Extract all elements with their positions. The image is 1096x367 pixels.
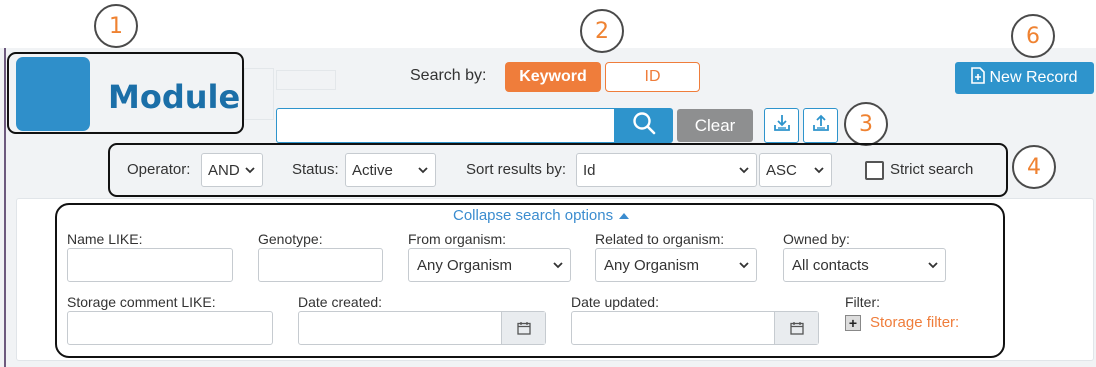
status-value: Active xyxy=(352,161,393,179)
owned-by-value: All contacts xyxy=(792,256,869,274)
download-button[interactable] xyxy=(764,108,799,143)
collapse-search-options-link[interactable]: Collapse search options xyxy=(453,207,630,224)
name-like-label: Name LIKE: xyxy=(67,231,143,247)
strict-search-checkbox[interactable] xyxy=(865,161,884,180)
chevron-down-icon xyxy=(814,167,824,174)
collapse-label: Collapse search options xyxy=(453,207,614,224)
date-created-label: Date created: xyxy=(298,294,383,310)
ghost-box xyxy=(276,70,336,90)
genotype-label: Genotype: xyxy=(258,231,323,247)
chevron-down-icon xyxy=(928,262,938,269)
related-organism-value: Any Organism xyxy=(604,256,700,274)
ghost-box xyxy=(244,68,274,120)
operator-select[interactable]: AND xyxy=(201,153,263,187)
strict-search-label: Strict search xyxy=(890,161,974,178)
search-icon xyxy=(632,111,656,140)
new-record-label: New Record xyxy=(989,69,1078,86)
callout-2: 2 xyxy=(580,9,624,53)
from-organism-value: Any Organism xyxy=(417,256,513,274)
left-edge-line xyxy=(4,48,6,367)
storage-comment-label: Storage comment LIKE: xyxy=(67,294,216,310)
date-updated-input[interactable] xyxy=(571,311,819,345)
search-mode-id-button[interactable]: ID xyxy=(605,62,700,92)
sort-order-select[interactable]: ASC xyxy=(759,153,832,187)
sort-field-select[interactable]: Id xyxy=(576,153,757,187)
search-by-label: Search by: xyxy=(410,67,487,84)
date-created-calendar-button[interactable] xyxy=(501,312,545,344)
name-like-input[interactable] xyxy=(67,248,233,282)
calendar-icon xyxy=(789,322,804,335)
new-record-icon xyxy=(971,67,986,89)
date-updated-label: Date updated: xyxy=(571,294,659,310)
callout-4: 4 xyxy=(1012,145,1056,189)
related-organism-select[interactable]: Any Organism xyxy=(595,248,757,282)
filter-label: Filter: xyxy=(845,294,880,310)
date-updated-calendar-button[interactable] xyxy=(774,312,818,344)
upload-icon xyxy=(811,113,831,138)
status-select[interactable]: Active xyxy=(345,153,436,187)
related-organism-label: Related to organism: xyxy=(595,231,725,247)
clear-button[interactable]: Clear xyxy=(677,109,753,142)
new-record-button[interactable]: New Record xyxy=(955,62,1094,94)
chevron-down-icon xyxy=(739,262,749,269)
from-organism-select[interactable]: Any Organism xyxy=(408,248,571,282)
search-button[interactable] xyxy=(614,108,673,143)
download-icon xyxy=(772,113,792,138)
chevron-down-icon xyxy=(739,167,749,174)
add-storage-filter-button[interactable]: + xyxy=(845,315,861,331)
owned-by-select[interactable]: All contacts xyxy=(783,248,946,282)
sort-field-value: Id xyxy=(583,161,596,179)
upload-button[interactable] xyxy=(803,108,838,143)
from-organism-label: From organism: xyxy=(408,231,507,247)
chevron-down-icon xyxy=(418,167,428,174)
search-mode-keyword-button[interactable]: Keyword xyxy=(505,62,601,92)
callout-6: 6 xyxy=(1011,14,1055,58)
caret-up-icon xyxy=(619,212,630,219)
date-created-input[interactable] xyxy=(298,311,546,345)
operator-label: Operator: xyxy=(127,161,191,178)
sort-order-value: ASC xyxy=(766,161,797,179)
callout-1: 1 xyxy=(94,4,138,48)
chevron-down-icon xyxy=(245,167,255,174)
chevron-down-icon xyxy=(553,262,563,269)
operator-value: AND xyxy=(208,161,240,179)
sort-label: Sort results by: xyxy=(466,161,567,178)
storage-filter-link[interactable]: Storage filter: xyxy=(870,314,959,331)
calendar-icon xyxy=(516,322,531,335)
status-label: Status: xyxy=(292,161,339,178)
owned-by-label: Owned by: xyxy=(783,231,850,247)
search-input[interactable] xyxy=(276,108,614,143)
storage-comment-input[interactable] xyxy=(67,311,273,345)
genotype-input[interactable] xyxy=(258,248,383,282)
plus-icon: + xyxy=(848,315,858,331)
callout-frame-1 xyxy=(7,52,244,134)
callout-3: 3 xyxy=(844,102,888,146)
